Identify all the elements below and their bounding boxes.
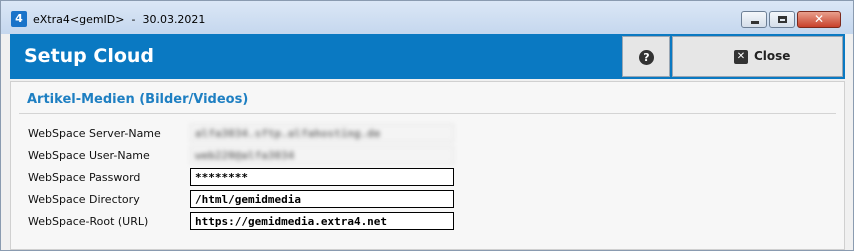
minimize-button[interactable]: [741, 11, 767, 28]
title-bar[interactable]: 4 eXtra4<gemID> - 30.03.2021 ✕: [1, 1, 853, 34]
user-name-field[interactable]: web220@alfa3034: [190, 146, 454, 164]
page-title: Setup Cloud: [24, 45, 155, 67]
server-name-field[interactable]: alfa3034.sftp.alfahosting.de: [190, 124, 454, 142]
root-url-field[interactable]: https://gemidmedia.extra4.net: [190, 212, 454, 230]
root-url-label: WebSpace-Root (URL): [28, 215, 149, 228]
password-label: WebSpace Password: [28, 171, 141, 184]
app-window: 4 eXtra4<gemID> - 30.03.2021 ✕ Setup Clo…: [0, 0, 854, 251]
section-title: Artikel-Medien (Bilder/Videos): [27, 92, 249, 107]
close-box-icon: ✕: [734, 50, 748, 64]
settings-panel: Artikel-Medien (Bilder/Videos) WebSpace …: [10, 81, 845, 250]
close-button[interactable]: ✕ Close: [672, 36, 843, 77]
password-field[interactable]: ********: [190, 168, 454, 186]
window-close-button[interactable]: ✕: [797, 11, 841, 28]
help-icon: ?: [639, 50, 654, 65]
help-button[interactable]: ?: [622, 36, 670, 77]
directory-field[interactable]: /html/gemidmedia: [190, 190, 454, 208]
app-logo-icon: 4: [11, 11, 27, 27]
directory-label: WebSpace Directory: [28, 193, 140, 206]
server-name-label: WebSpace Server-Name: [28, 127, 161, 140]
page-header: Setup Cloud ? ✕ Close: [10, 34, 845, 79]
close-button-label: Close: [754, 49, 791, 63]
window-title: eXtra4<gemID> - 30.03.2021: [33, 13, 206, 26]
close-icon: ✕: [813, 12, 825, 26]
user-name-label: WebSpace User-Name: [28, 149, 150, 162]
minimize-icon: [751, 21, 759, 24]
maximize-icon: [778, 16, 787, 23]
maximize-button[interactable]: [769, 11, 795, 28]
section-divider: [19, 113, 836, 114]
